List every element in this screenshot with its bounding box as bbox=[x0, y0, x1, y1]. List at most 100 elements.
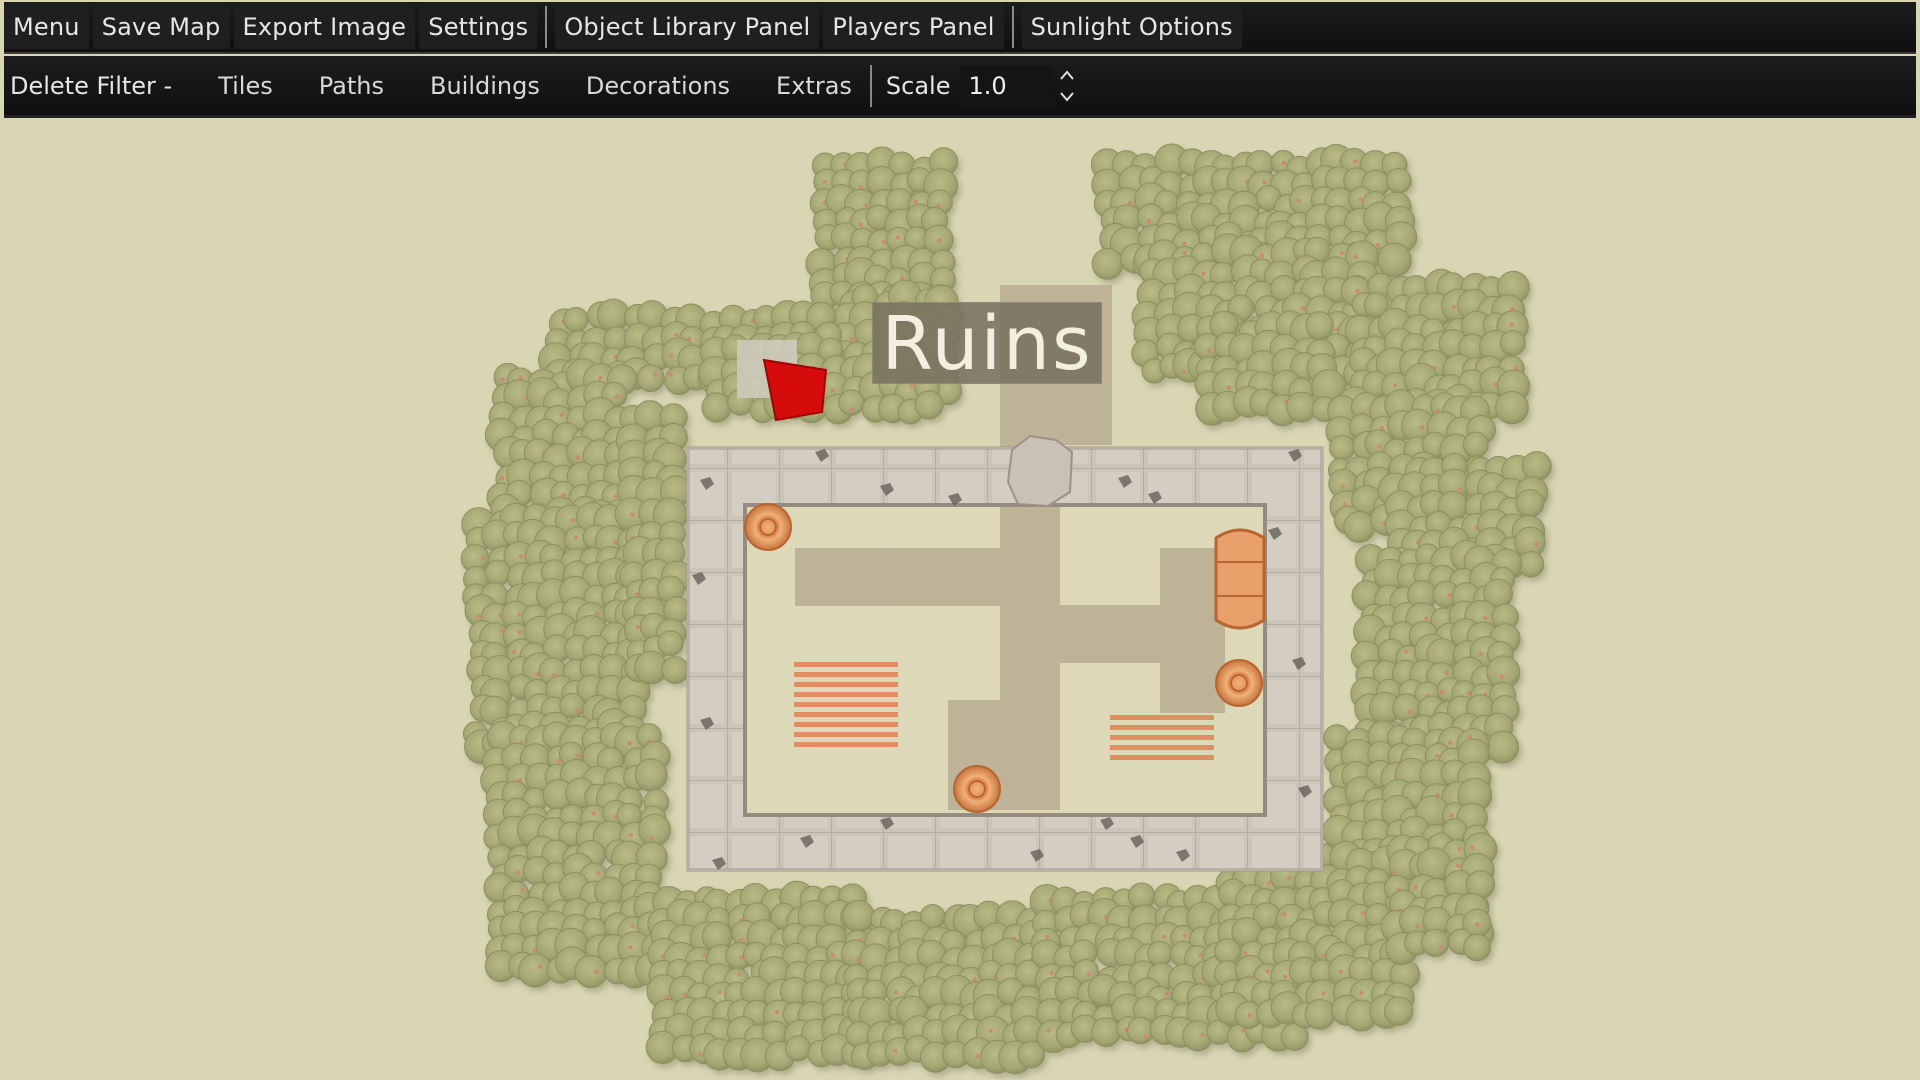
tree-icon bbox=[1200, 1032, 1205, 1037]
sunlight-options-button[interactable]: Sunlight Options bbox=[1021, 5, 1242, 49]
tree-icon bbox=[636, 364, 665, 393]
barrel-icon[interactable] bbox=[1215, 659, 1263, 707]
tree-icon bbox=[663, 596, 691, 624]
tree-icon bbox=[1435, 753, 1440, 759]
filter-extras-button[interactable]: Extras bbox=[770, 72, 858, 100]
tree-icon bbox=[1091, 247, 1124, 280]
tree-icon bbox=[913, 199, 919, 205]
tree-icon bbox=[842, 899, 875, 933]
players-panel-button[interactable]: Players Panel bbox=[823, 5, 1004, 49]
tree-icon bbox=[1181, 369, 1187, 374]
tree-icon bbox=[881, 239, 886, 245]
chevron-down-icon[interactable] bbox=[1056, 86, 1078, 108]
tree-icon bbox=[849, 407, 854, 413]
scale-spinner bbox=[1056, 64, 1078, 108]
crop-row bbox=[794, 662, 898, 667]
tree-icon bbox=[628, 945, 633, 950]
tree-icon bbox=[634, 592, 640, 597]
tree-icon bbox=[1355, 288, 1360, 294]
tree-icon bbox=[858, 222, 864, 227]
tree-icon bbox=[627, 740, 632, 746]
tree-icon bbox=[1449, 813, 1454, 818]
tree-icon bbox=[1301, 305, 1306, 311]
tree-icon bbox=[661, 656, 690, 684]
tree-icon bbox=[1404, 649, 1409, 655]
tree-icon bbox=[649, 835, 654, 841]
tree-icon bbox=[701, 392, 732, 423]
save-map-button[interactable]: Save Map bbox=[92, 5, 230, 49]
crop-row bbox=[794, 712, 898, 717]
tree-icon bbox=[1259, 253, 1265, 258]
filter-buildings-button[interactable]: Buildings bbox=[424, 72, 546, 100]
tree-icon bbox=[864, 203, 869, 209]
tree-icon bbox=[1470, 845, 1475, 850]
filter-paths-button[interactable]: Paths bbox=[313, 72, 390, 100]
scale-input[interactable] bbox=[960, 65, 1053, 106]
settings-button[interactable]: Settings bbox=[419, 5, 538, 49]
tree-icon bbox=[1447, 592, 1452, 598]
tree-icon bbox=[571, 517, 576, 523]
tree-icon bbox=[1321, 990, 1326, 996]
tree-icon bbox=[1304, 998, 1336, 1030]
tree-icon bbox=[937, 238, 942, 243]
object-library-panel-button[interactable]: Object Library Panel bbox=[555, 5, 820, 49]
tree-icon bbox=[822, 179, 827, 185]
tree-icon bbox=[1045, 934, 1050, 939]
map-canvas[interactable] bbox=[0, 0, 1920, 1080]
tree-icon bbox=[630, 512, 635, 517]
tree-icon bbox=[1281, 160, 1287, 166]
tree-icon bbox=[1182, 250, 1187, 255]
tree-icon bbox=[1515, 489, 1545, 518]
chevron-up-icon[interactable] bbox=[1056, 64, 1078, 86]
map-label-ruins[interactable]: Ruins bbox=[872, 302, 1102, 385]
filter-decorations-button[interactable]: Decorations bbox=[580, 72, 736, 100]
crop-row bbox=[1110, 735, 1214, 740]
crop-row bbox=[794, 722, 898, 727]
tree-icon bbox=[1456, 863, 1461, 868]
tree-icon bbox=[1340, 484, 1346, 489]
tree-icon bbox=[1049, 971, 1055, 976]
tree-icon bbox=[1419, 425, 1425, 430]
tree-icon bbox=[1407, 709, 1413, 715]
tree-icon bbox=[1423, 616, 1429, 621]
filter-tiles-button[interactable]: Tiles bbox=[212, 72, 279, 100]
tree-icon bbox=[1144, 1034, 1149, 1039]
tree-icon bbox=[1046, 1028, 1052, 1033]
tree-icon bbox=[1182, 241, 1187, 246]
tree-icon bbox=[628, 832, 634, 838]
tree-icon bbox=[893, 990, 899, 995]
tree-icon bbox=[830, 388, 835, 393]
tree-icon bbox=[1447, 740, 1453, 745]
crop-row bbox=[1110, 745, 1214, 750]
tree-icon bbox=[573, 535, 578, 540]
tree-icon bbox=[1282, 974, 1288, 979]
menu-button[interactable]: Menu bbox=[4, 5, 89, 49]
tree-icon bbox=[594, 611, 600, 616]
tree-icon bbox=[1462, 431, 1489, 458]
crop-row bbox=[1110, 725, 1214, 730]
tree-icon bbox=[1457, 486, 1463, 492]
tree-icon bbox=[1182, 933, 1188, 938]
barrel-icon[interactable] bbox=[953, 765, 1001, 813]
tree-icon bbox=[1495, 390, 1529, 425]
tree-icon bbox=[511, 649, 517, 654]
export-image-button[interactable]: Export Image bbox=[233, 5, 416, 49]
tree-icon bbox=[1243, 951, 1248, 956]
barrel-icon[interactable] bbox=[744, 503, 792, 551]
tree-icon bbox=[717, 989, 722, 995]
filterbar-separator bbox=[869, 64, 872, 107]
tree-icon bbox=[737, 972, 742, 977]
tree-icon bbox=[895, 235, 900, 240]
crop-row bbox=[794, 702, 898, 707]
tree-icon bbox=[594, 969, 599, 974]
tree-icon bbox=[1444, 670, 1449, 676]
tree-icon bbox=[559, 412, 564, 417]
red-marker-icon[interactable] bbox=[762, 358, 828, 422]
tree-icon bbox=[1164, 991, 1170, 997]
tree-icon bbox=[738, 937, 743, 943]
log-icon[interactable] bbox=[1214, 528, 1266, 630]
crop-row bbox=[794, 692, 898, 697]
tree-icon bbox=[1352, 158, 1358, 164]
menubar-separator bbox=[1011, 6, 1014, 48]
tree-icon bbox=[1509, 322, 1515, 327]
